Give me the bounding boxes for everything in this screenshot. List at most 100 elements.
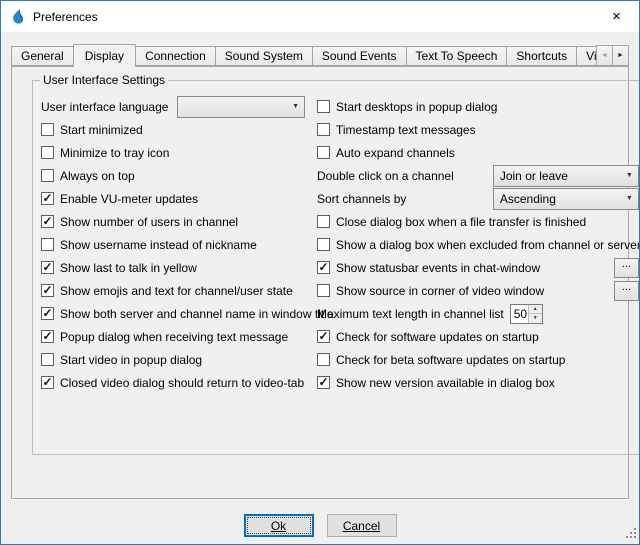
language-label: User interface language bbox=[41, 100, 168, 114]
checkbox[interactable] bbox=[41, 146, 54, 159]
checkbox[interactable] bbox=[317, 123, 330, 136]
checkbox[interactable]: ✓ bbox=[41, 307, 54, 320]
checkmark-icon: ✓ bbox=[42, 215, 52, 227]
checkbox-row-software-updates: ✓ Check for software updates on startup bbox=[317, 325, 640, 348]
max-text-length-value: 50 bbox=[511, 305, 528, 323]
group-title: User Interface Settings bbox=[40, 73, 168, 87]
ellipsis-icon: ... bbox=[622, 282, 631, 292]
tab-shortcuts[interactable]: Shortcuts bbox=[506, 46, 577, 66]
checkbox[interactable] bbox=[317, 353, 330, 366]
checkbox[interactable]: ✓ bbox=[41, 261, 54, 274]
tab-text-to-speech[interactable]: Text To Speech bbox=[406, 46, 508, 66]
chevron-down-icon: ▼ bbox=[626, 195, 633, 202]
tab-connection[interactable]: Connection bbox=[135, 46, 216, 66]
checkbox-label[interactable]: Show username instead of nickname bbox=[60, 238, 257, 252]
checkbox-row-vu-meter: ✓ Enable VU-meter updates bbox=[41, 187, 307, 210]
tab-pane-display: User Interface Settings User interface l… bbox=[11, 66, 629, 499]
checkbox-label[interactable]: Start desktops in popup dialog bbox=[336, 100, 497, 114]
resize-grip-icon bbox=[624, 526, 637, 539]
checkbox-label[interactable]: Minimize to tray icon bbox=[60, 146, 169, 160]
checkbox-label[interactable]: Enable VU-meter updates bbox=[60, 192, 198, 206]
checkbox-label[interactable]: Check for beta software updates on start… bbox=[336, 353, 565, 367]
spin-down-button[interactable]: ▼ bbox=[529, 314, 542, 323]
sort-channels-select[interactable]: Ascending ▼ bbox=[493, 188, 639, 210]
checkbox[interactable] bbox=[41, 123, 54, 136]
checkmark-icon: ✓ bbox=[42, 284, 52, 296]
checkbox[interactable]: ✓ bbox=[41, 376, 54, 389]
checkbox-label[interactable]: Popup dialog when receiving text message bbox=[60, 330, 288, 344]
statusbar-events-more-button[interactable]: ... bbox=[614, 258, 639, 278]
checkbox[interactable]: ✓ bbox=[317, 330, 330, 343]
spin-up-button[interactable]: ▲ bbox=[529, 305, 542, 315]
ok-button[interactable]: Ok bbox=[244, 514, 314, 537]
tab-scroll-left-button[interactable]: ◄ bbox=[596, 45, 613, 66]
checkmark-icon: ✓ bbox=[42, 192, 52, 204]
checkbox[interactable] bbox=[41, 238, 54, 251]
tab-sound-events[interactable]: Sound Events bbox=[312, 46, 407, 66]
language-row: User interface language ▼ bbox=[41, 95, 307, 118]
checkbox-row-always-on-top: Always on top bbox=[41, 164, 307, 187]
checkbox[interactable] bbox=[317, 284, 330, 297]
language-select[interactable]: ▼ bbox=[177, 96, 305, 118]
tab-general[interactable]: General bbox=[11, 46, 74, 66]
spin-down-icon: ▼ bbox=[533, 315, 538, 321]
resize-grip[interactable] bbox=[624, 526, 637, 542]
checkbox[interactable]: ✓ bbox=[41, 330, 54, 343]
settings-columns: User interface language ▼ Start minimize… bbox=[33, 87, 640, 394]
checkbox[interactable]: ✓ bbox=[41, 192, 54, 205]
checkbox-label[interactable]: Start video in popup dialog bbox=[60, 353, 202, 367]
window-title: Preferences bbox=[33, 10, 98, 24]
checkbox-label[interactable]: Closed video dialog should return to vid… bbox=[60, 376, 304, 390]
checkbox[interactable] bbox=[41, 169, 54, 182]
checkbox-label[interactable]: Show both server and channel name in win… bbox=[60, 307, 334, 321]
checkbox-row-closed-video: ✓ Closed video dialog should return to v… bbox=[41, 371, 307, 394]
double-click-row: Double click on a channel Join or leave … bbox=[317, 164, 640, 187]
ellipsis-icon: ... bbox=[622, 259, 631, 269]
double-click-select-value: Join or leave bbox=[500, 169, 568, 183]
max-text-length-spinner[interactable]: 50 ▲ ▼ bbox=[510, 304, 543, 324]
dialog-body: General Display Connection Sound System … bbox=[1, 43, 639, 537]
checkbox-label[interactable]: Check for software updates on startup bbox=[336, 330, 539, 344]
checkmark-icon: ✓ bbox=[42, 261, 52, 273]
checkbox-label[interactable]: Close dialog box when a file transfer is… bbox=[336, 215, 586, 229]
checkbox[interactable] bbox=[317, 238, 330, 251]
video-source-row: Show source in corner of video window ..… bbox=[317, 279, 640, 302]
checkbox[interactable]: ✓ bbox=[41, 215, 54, 228]
double-click-select[interactable]: Join or leave ▼ bbox=[493, 165, 639, 187]
checkbox-label[interactable]: Timestamp text messages bbox=[336, 123, 476, 137]
arrow-left-icon: ◄ bbox=[601, 52, 608, 59]
checkbox-label[interactable]: Always on top bbox=[60, 169, 135, 183]
close-button[interactable]: × bbox=[594, 1, 639, 32]
checkbox[interactable] bbox=[317, 215, 330, 228]
cancel-button[interactable]: Cancel bbox=[327, 514, 397, 537]
tab-bar: General Display Connection Sound System … bbox=[11, 43, 629, 66]
checkbox-label[interactable]: Show last to talk in yellow bbox=[60, 261, 197, 275]
checkbox-label[interactable]: Show source in corner of video window bbox=[336, 284, 544, 298]
checkbox[interactable] bbox=[317, 146, 330, 159]
checkbox-label[interactable]: Auto expand channels bbox=[336, 146, 455, 160]
checkbox-row-auto-expand: Auto expand channels bbox=[317, 141, 640, 164]
tab-scroll-right-button[interactable]: ► bbox=[612, 45, 629, 66]
titlebar[interactable]: Preferences × bbox=[1, 1, 639, 32]
checkbox[interactable] bbox=[317, 100, 330, 113]
checkbox-label[interactable]: Show new version available in dialog box bbox=[336, 376, 555, 390]
checkbox-label[interactable]: Show a dialog box when excluded from cha… bbox=[336, 238, 640, 252]
tab-sound-system[interactable]: Sound System bbox=[215, 46, 313, 66]
checkbox-label[interactable]: Show statusbar events in chat-window bbox=[336, 261, 540, 275]
checkmark-icon: ✓ bbox=[318, 330, 328, 342]
checkbox[interactable]: ✓ bbox=[317, 261, 330, 274]
checkbox-row-desktops-popup: Start desktops in popup dialog bbox=[317, 95, 640, 118]
video-source-more-button[interactable]: ... bbox=[614, 281, 639, 301]
checkbox[interactable] bbox=[41, 353, 54, 366]
chevron-down-icon: ▼ bbox=[626, 172, 633, 179]
left-column: User interface language ▼ Start minimize… bbox=[41, 95, 307, 394]
checkbox-label[interactable]: Show emojis and text for channel/user st… bbox=[60, 284, 293, 298]
tab-display[interactable]: Display bbox=[73, 44, 136, 67]
checkbox-label[interactable]: Show number of users in channel bbox=[60, 215, 238, 229]
sort-channels-row: Sort channels by Ascending ▼ bbox=[317, 187, 640, 210]
checkbox-row-number-of-users: ✓ Show number of users in channel bbox=[41, 210, 307, 233]
checkbox[interactable]: ✓ bbox=[41, 284, 54, 297]
checkbox-row-beta-updates: Check for beta software updates on start… bbox=[317, 348, 640, 371]
checkbox[interactable]: ✓ bbox=[317, 376, 330, 389]
checkbox-label[interactable]: Start minimized bbox=[60, 123, 143, 137]
